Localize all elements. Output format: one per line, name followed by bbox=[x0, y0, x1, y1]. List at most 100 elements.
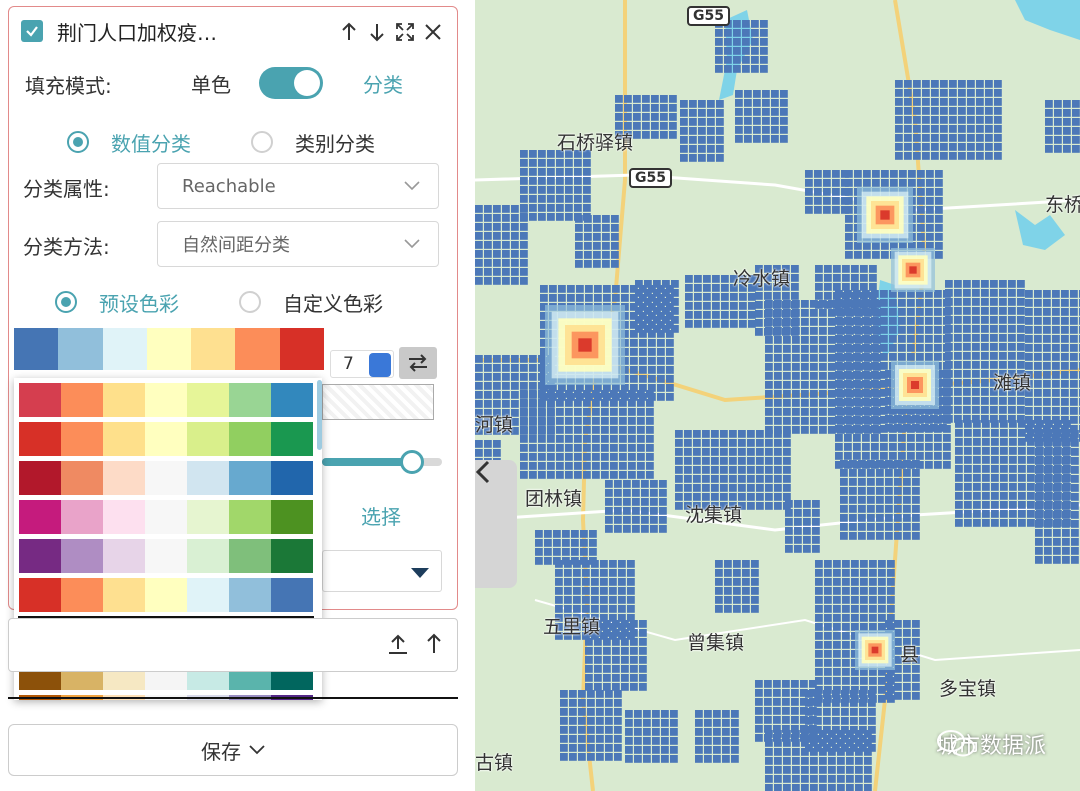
classify-attribute-select[interactable]: Reachable bbox=[157, 163, 439, 209]
grid-cell bbox=[713, 728, 721, 736]
grid-cell bbox=[538, 471, 546, 479]
palette-option[interactable] bbox=[18, 499, 314, 535]
grid-cell bbox=[868, 690, 876, 698]
grid-cell bbox=[547, 417, 555, 425]
custom-color-radio[interactable] bbox=[239, 291, 261, 313]
grid-cell bbox=[1008, 325, 1016, 333]
palette-scrollbar[interactable] bbox=[317, 380, 322, 450]
grid-cell bbox=[844, 299, 852, 307]
grid-cell bbox=[1035, 457, 1043, 465]
close-icon[interactable] bbox=[423, 21, 443, 43]
palette-swatch bbox=[19, 461, 61, 495]
preset-color-option[interactable]: 预设色彩 bbox=[55, 287, 179, 317]
palette-option[interactable] bbox=[18, 382, 314, 418]
class-count-input[interactable]: 7 bbox=[330, 350, 394, 378]
grid-cell bbox=[1052, 407, 1060, 415]
grid-cell bbox=[812, 500, 820, 508]
grid-cell bbox=[675, 493, 683, 501]
grid-cell bbox=[583, 417, 591, 425]
map-label: 河镇 bbox=[475, 414, 514, 436]
grid-cell bbox=[935, 170, 943, 178]
map-view[interactable]: 石桥驿镇 东桥 冷水镇 河镇 团林镇 沈集镇 五里镇 曾集镇 多宝镇 古镇 滩镇… bbox=[475, 0, 1080, 791]
grid-cell bbox=[849, 469, 857, 477]
move-to-top-icon[interactable] bbox=[387, 633, 409, 659]
grid-cell bbox=[675, 439, 683, 447]
grid-cell bbox=[756, 439, 764, 447]
grid-cell bbox=[841, 699, 849, 707]
grid-cell bbox=[612, 629, 620, 637]
grid-cell bbox=[670, 737, 678, 745]
grid-cell bbox=[803, 536, 811, 544]
grid-cell bbox=[794, 527, 802, 535]
palette-option[interactable] bbox=[18, 421, 314, 457]
grid-cell bbox=[648, 348, 656, 356]
palette-option[interactable] bbox=[18, 577, 314, 613]
grid-cell bbox=[1044, 529, 1052, 537]
grid-cell bbox=[810, 775, 818, 783]
grid-cell bbox=[862, 398, 870, 406]
grid-cell bbox=[1027, 420, 1035, 428]
numeric-classify-option[interactable]: 数值分类 bbox=[67, 127, 191, 157]
fill-mode-toggle[interactable] bbox=[259, 67, 323, 99]
grid-cell bbox=[958, 116, 966, 124]
category-classify-radio[interactable] bbox=[251, 131, 273, 153]
category-classify-option[interactable]: 类别分类 bbox=[251, 127, 375, 157]
collapse-panel-button[interactable] bbox=[475, 460, 517, 588]
grid-cell bbox=[1008, 397, 1016, 405]
grid-cell bbox=[646, 435, 654, 443]
grid-cell bbox=[833, 283, 841, 291]
grid-cell bbox=[742, 560, 750, 568]
preset-color-radio[interactable] bbox=[55, 291, 77, 313]
grid-cell bbox=[855, 766, 863, 774]
grid-cell bbox=[913, 107, 921, 115]
grid-cell bbox=[619, 435, 627, 443]
opacity-slider[interactable] bbox=[322, 450, 442, 474]
border-style-select[interactable] bbox=[322, 550, 442, 592]
grid-cell bbox=[926, 179, 934, 187]
grid-cell bbox=[887, 605, 895, 613]
grid-cell bbox=[945, 316, 953, 324]
grid-cell bbox=[1000, 474, 1008, 482]
grid-cell bbox=[964, 510, 972, 518]
numeric-classify-radio[interactable] bbox=[67, 131, 89, 153]
move-up-icon[interactable] bbox=[339, 21, 359, 43]
layer-header-actions bbox=[339, 21, 443, 43]
grid-cell bbox=[556, 213, 564, 221]
move-up-icon[interactable] bbox=[425, 633, 443, 659]
current-palette-preview[interactable] bbox=[14, 328, 324, 370]
grid-cell bbox=[871, 425, 879, 433]
grid-cell bbox=[715, 605, 723, 613]
palette-option[interactable] bbox=[18, 460, 314, 496]
grid-cell bbox=[922, 80, 930, 88]
grid-cell bbox=[724, 578, 732, 586]
grid-cell bbox=[578, 717, 586, 725]
class-count-stepper[interactable] bbox=[369, 353, 391, 377]
opacity-slider-handle[interactable] bbox=[400, 450, 424, 474]
choose-label[interactable]: 选择 bbox=[361, 501, 401, 530]
grid-cell bbox=[854, 242, 862, 250]
grid-cell bbox=[583, 177, 591, 185]
move-down-icon[interactable] bbox=[367, 21, 387, 43]
grid-cell bbox=[675, 502, 683, 510]
grid-cell bbox=[628, 435, 636, 443]
grid-cell bbox=[985, 125, 993, 133]
layer-card-2[interactable] bbox=[8, 618, 458, 672]
grid-cell bbox=[999, 343, 1007, 351]
grid-cell bbox=[624, 95, 632, 103]
reverse-colors-button[interactable] bbox=[399, 347, 437, 379]
grid-cell bbox=[1043, 362, 1051, 370]
palette-option[interactable] bbox=[18, 538, 314, 574]
grid-cell bbox=[774, 309, 782, 317]
grid-cell bbox=[601, 417, 609, 425]
grid-cell bbox=[853, 425, 861, 433]
custom-color-option[interactable]: 自定义色彩 bbox=[239, 287, 383, 317]
zoom-to-layer-icon[interactable] bbox=[395, 21, 415, 43]
grid-cell bbox=[733, 578, 741, 586]
grid-cell bbox=[538, 364, 546, 372]
grid-cell bbox=[713, 737, 721, 745]
classify-method-select[interactable]: 自然间距分类 bbox=[157, 221, 439, 267]
layer-visible-checkbox[interactable] bbox=[21, 20, 43, 42]
grid-cell bbox=[976, 89, 984, 97]
save-button[interactable]: 保存 bbox=[8, 724, 458, 776]
grid-cell bbox=[854, 179, 862, 187]
